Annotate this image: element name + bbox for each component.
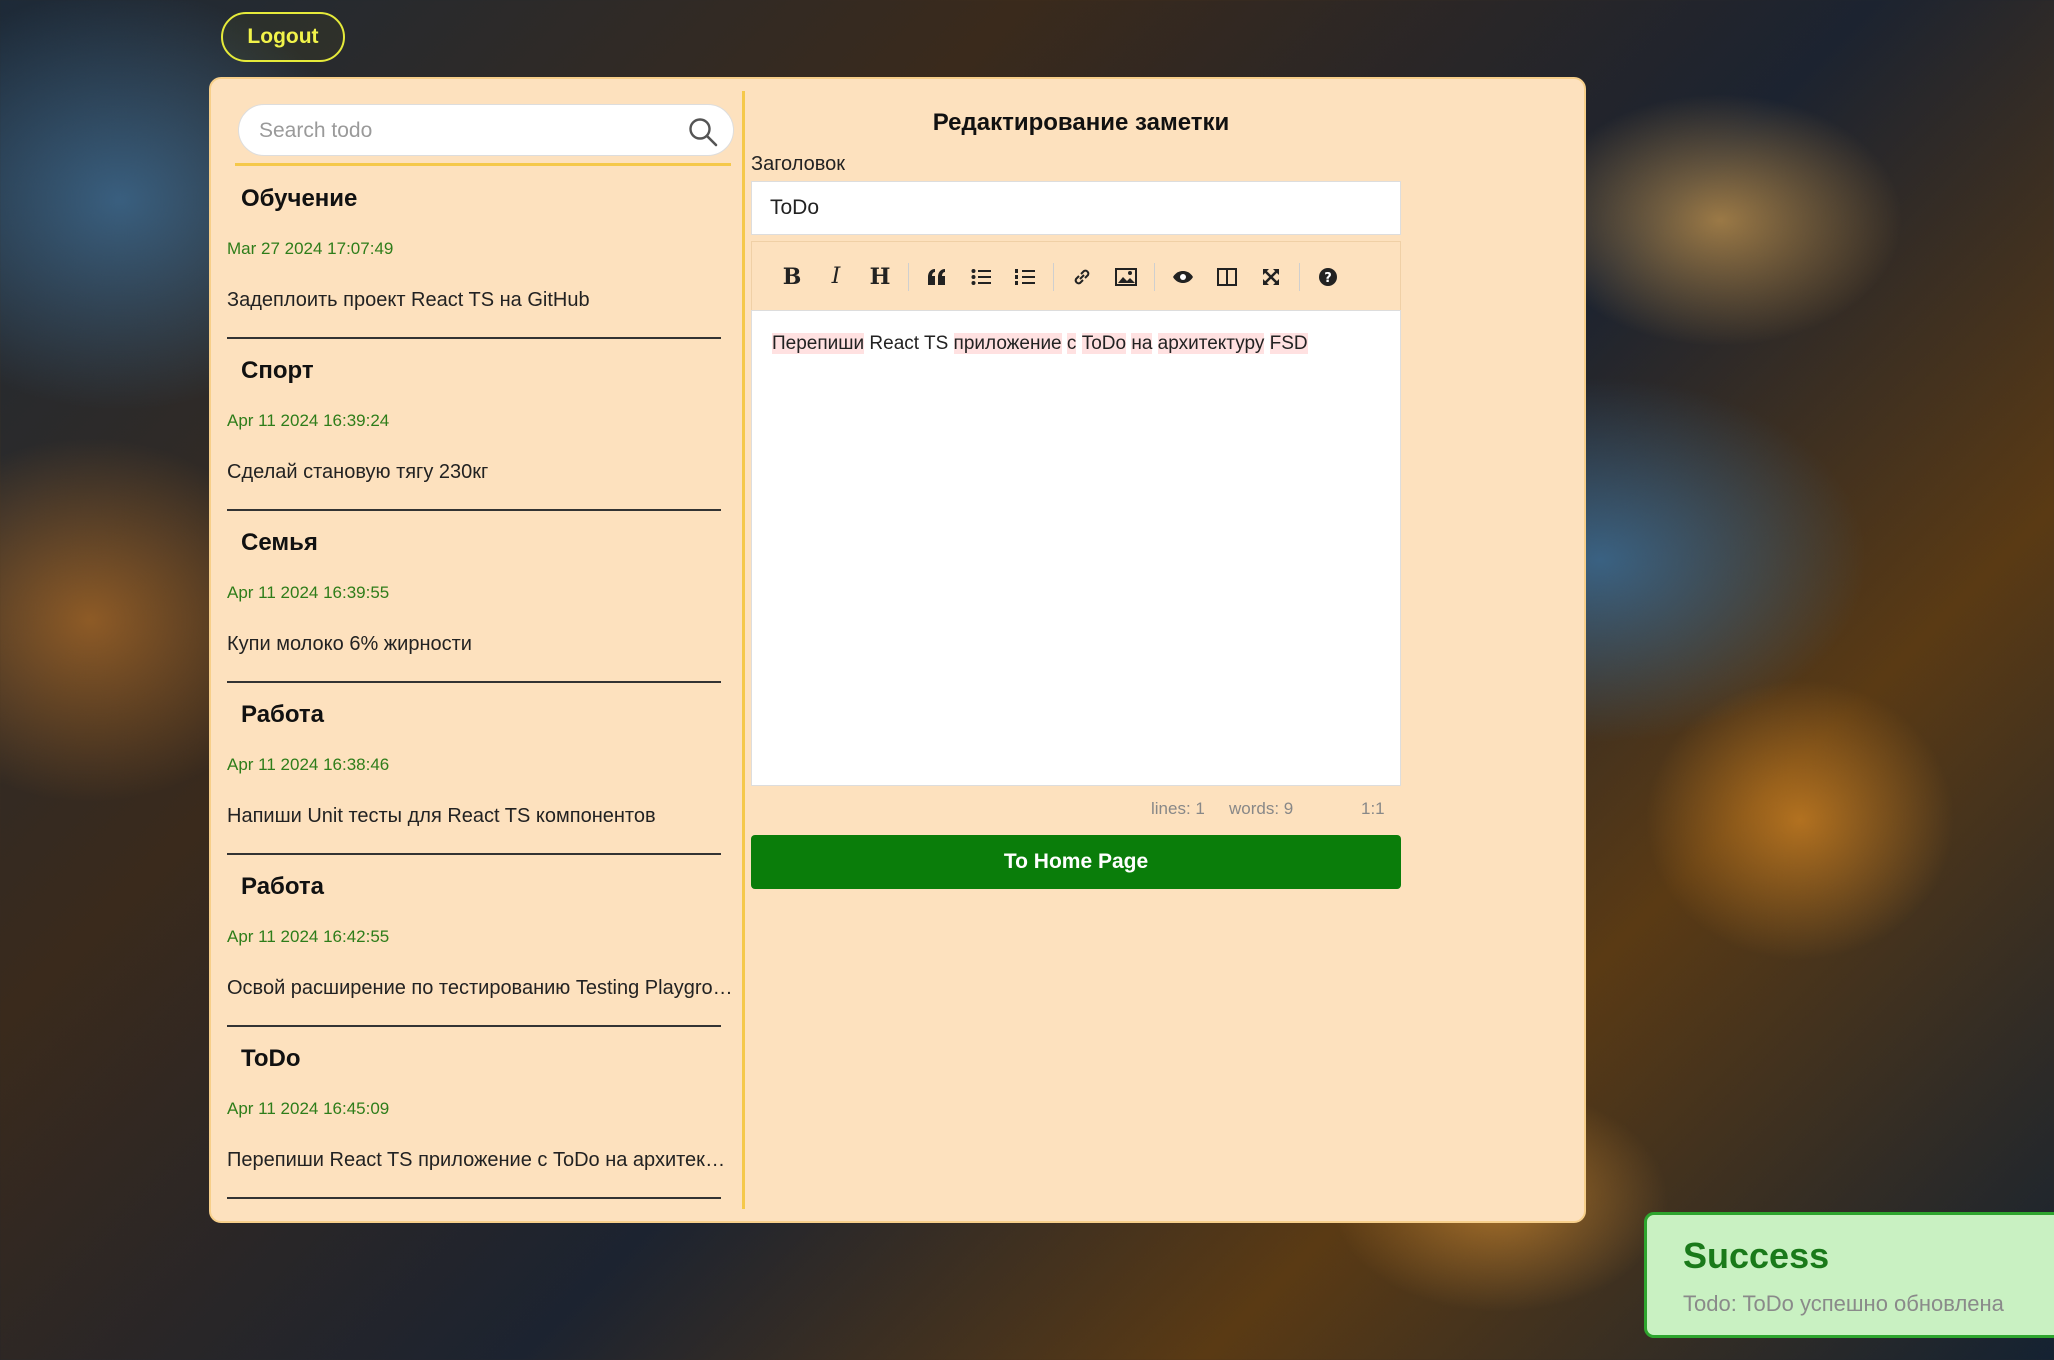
status-words: words: 9 <box>1229 799 1294 818</box>
note-item[interactable]: Семья Apr 11 2024 16:39:55 Купи молоко 6… <box>225 511 745 683</box>
note-date: Mar 27 2024 17:07:49 <box>227 239 394 258</box>
note-date: Apr 11 2024 16:42:55 <box>227 927 390 946</box>
note-title: Обучение <box>241 185 358 212</box>
preview-eye-icon[interactable] <box>1161 255 1205 299</box>
content-word: React <box>869 333 920 354</box>
note-title: Работа <box>241 701 325 728</box>
editor-heading: Редактирование заметки <box>932 109 1230 136</box>
bold-button[interactable]: B <box>770 255 814 299</box>
search-icon[interactable] <box>687 116 719 148</box>
note-body: Напиши Unit тесты для React TS компонент… <box>227 805 656 827</box>
note-body: Сделай становую тягу 230кг <box>227 461 489 483</box>
note-date: Apr 11 2024 16:38:46 <box>227 755 390 774</box>
image-icon[interactable] <box>1104 255 1148 299</box>
ordered-list-icon[interactable] <box>1003 255 1047 299</box>
content-word: TS <box>923 333 949 354</box>
toast-message: Todo: ToDo успешно обновлена <box>1683 1291 2004 1316</box>
title-input[interactable]: ToDo <box>751 181 1401 235</box>
note-date: Apr 11 2024 16:39:24 <box>227 411 390 430</box>
note-item[interactable]: ToDo Apr 11 2024 16:45:09 Перепиши React… <box>225 1027 745 1199</box>
content-word: приложение <box>953 333 1062 354</box>
to-home-page-button[interactable]: To Home Page <box>751 835 1401 889</box>
search-divider <box>235 163 731 166</box>
content-word: с <box>1066 333 1077 354</box>
quote-icon[interactable] <box>915 255 959 299</box>
logout-button[interactable]: Logout <box>221 12 345 62</box>
note-body: Задеплоить проект React TS на GitHub <box>227 289 590 311</box>
note-item[interactable]: Работа Apr 11 2024 16:42:55 Освой расшир… <box>225 855 745 1027</box>
content-word: ToDo <box>1081 333 1127 354</box>
note-date: Apr 11 2024 16:45:09 <box>227 1099 390 1118</box>
toolbar-divider <box>1154 262 1155 291</box>
note-editor: Редактирование заметки Заголовок ToDo B … <box>751 79 1411 1179</box>
note-title: Спорт <box>241 357 314 384</box>
note-title: Семья <box>241 529 318 556</box>
search-box <box>238 104 734 156</box>
status-lines: lines: 1 <box>1151 799 1205 818</box>
note-item[interactable]: Работа Apr 11 2024 16:38:46 Напиши Unit … <box>225 683 745 855</box>
fullscreen-icon[interactable] <box>1249 255 1293 299</box>
toolbar-divider <box>908 262 909 291</box>
help-icon[interactable]: ? <box>1306 255 1350 299</box>
svg-text:?: ? <box>1324 271 1332 286</box>
heading-button[interactable]: H <box>858 255 902 299</box>
sidebar: Обучение Mar 27 2024 17:07:49 Задеплоить… <box>225 91 745 1209</box>
note-body: Перепиши React TS приложение с ToDo на а… <box>227 1149 733 1171</box>
note-date: Apr 11 2024 16:39:55 <box>227 583 390 602</box>
note-item[interactable]: Спорт Apr 11 2024 16:39:24 Сделай станов… <box>225 339 745 511</box>
content-word: Перепиши <box>772 333 865 354</box>
search-input[interactable] <box>257 115 661 147</box>
side-by-side-icon[interactable] <box>1205 255 1249 299</box>
success-toast[interactable]: Success Todo: ToDo успешно обновлена <box>1644 1212 2054 1338</box>
content-word: FSD <box>1269 333 1308 354</box>
title-field-label: Заголовок <box>751 153 846 175</box>
note-body: Освой расширение по тестированию Testing… <box>227 977 733 999</box>
toolbar-divider <box>1053 262 1054 291</box>
content-word: на <box>1131 333 1153 354</box>
content-word: архитектуру <box>1157 333 1265 354</box>
note-title: Работа <box>241 873 325 900</box>
toast-title: Success <box>1683 1235 1830 1276</box>
note-item[interactable]: Обучение Mar 27 2024 17:07:49 Задеплоить… <box>225 167 745 339</box>
content-text: Перепиши React TS приложение с ToDo на а… <box>772 333 1308 355</box>
note-divider <box>227 1197 721 1199</box>
markdown-toolbar: B I H ? <box>751 241 1401 311</box>
content-editor[interactable]: Перепиши React TS приложение с ToDo на а… <box>751 310 1401 786</box>
note-title: ToDo <box>241 1045 301 1072</box>
note-list: Обучение Mar 27 2024 17:07:49 Задеплоить… <box>225 167 745 1199</box>
unordered-list-icon[interactable] <box>959 255 1003 299</box>
toolbar-divider <box>1299 262 1300 291</box>
status-cursor: 1:1 <box>1361 799 1385 818</box>
note-body: Купи молоко 6% жирности <box>227 633 472 655</box>
main-panel: Обучение Mar 27 2024 17:07:49 Задеплоить… <box>209 77 1586 1223</box>
link-icon[interactable] <box>1060 255 1104 299</box>
italic-button[interactable]: I <box>814 255 858 299</box>
